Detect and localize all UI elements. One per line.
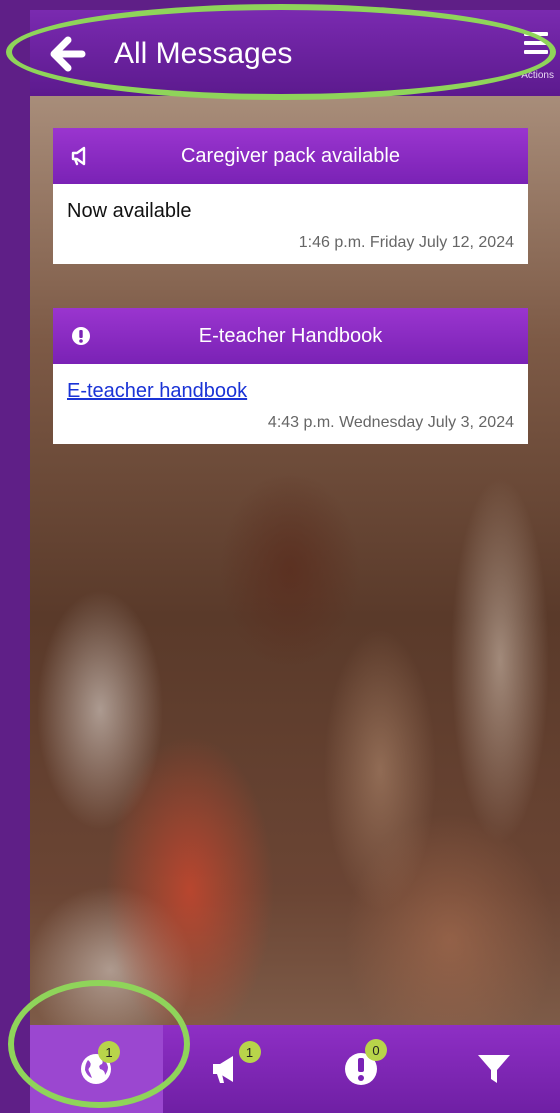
message-link[interactable]: E-teacher handbook bbox=[67, 380, 247, 402]
message-card[interactable]: E-teacher Handbook E-teacher handbook 4:… bbox=[53, 308, 528, 444]
tab-alerts[interactable]: 0 bbox=[295, 1025, 428, 1113]
tab-badge: 0 bbox=[365, 1039, 387, 1061]
arrow-left-icon bbox=[50, 36, 86, 72]
message-body: Now available bbox=[67, 200, 192, 222]
exclamation-icon bbox=[69, 324, 93, 348]
message-card-header: Caregiver pack available bbox=[53, 128, 528, 184]
message-card[interactable]: Caregiver pack available Now available 1… bbox=[53, 128, 528, 264]
message-timestamp: 1:46 p.m. Friday July 12, 2024 bbox=[298, 234, 514, 251]
tab-all-messages[interactable]: 1 bbox=[30, 1025, 163, 1113]
message-title: Caregiver pack available bbox=[180, 144, 400, 167]
back-button[interactable] bbox=[44, 32, 88, 76]
actions-menu-button[interactable]: Actions bbox=[518, 24, 554, 86]
app-bar: All Messages Actions bbox=[30, 10, 560, 96]
page-title: All Messages bbox=[114, 37, 293, 70]
message-card-body: E-teacher handbook 4:43 p.m. Wednesday J… bbox=[53, 364, 528, 444]
bottom-nav: 1 1 0 bbox=[30, 1025, 560, 1113]
tab-badge: 1 bbox=[98, 1041, 120, 1063]
message-card-header: E-teacher Handbook bbox=[53, 308, 528, 364]
hamburger-menu-icon bbox=[524, 32, 548, 59]
tab-badge: 1 bbox=[238, 1041, 261, 1063]
megaphone-icon bbox=[69, 144, 93, 168]
actions-label: Actions bbox=[521, 70, 554, 81]
message-title: E-teacher Handbook bbox=[198, 324, 383, 347]
tab-announcements[interactable]: 1 bbox=[163, 1025, 296, 1113]
message-timestamp: 4:43 p.m. Wednesday July 3, 2024 bbox=[267, 414, 514, 431]
tab-filter[interactable] bbox=[428, 1025, 560, 1113]
filter-icon bbox=[477, 1055, 510, 1083]
app-screen: All Messages Actions Caregiver pack avai… bbox=[30, 10, 560, 1113]
message-card-body: Now available 1:46 p.m. Friday July 12, … bbox=[53, 184, 528, 264]
